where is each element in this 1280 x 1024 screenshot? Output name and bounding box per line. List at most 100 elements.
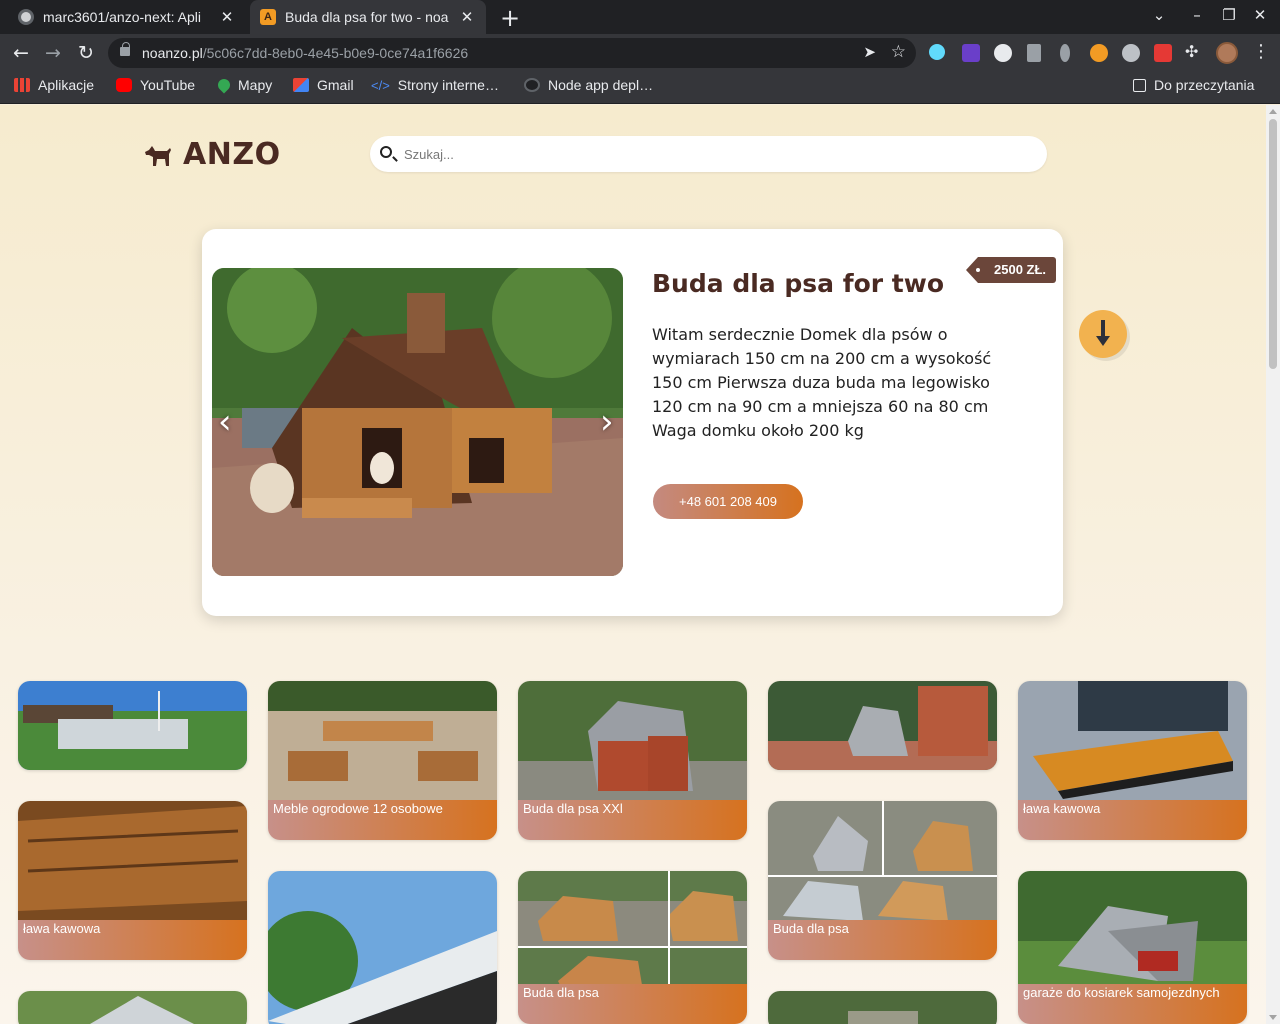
window-close-icon[interactable]: ✕ [1250,6,1270,24]
gallery-tile[interactable] [18,681,247,770]
restore-icon[interactable]: ❐ [1219,6,1239,24]
tab-github[interactable]: marc3601/anzo-next: Apli ✕ [8,0,246,34]
extensions-puzzle-icon[interactable]: ✣ [1185,42,1198,61]
gallery-tile[interactable]: ława kawowa [1018,681,1247,840]
tab-product[interactable]: A Buda dla psa for two - noa ✕ [250,0,486,34]
product-image-slider: ‹ › [212,268,623,576]
close-icon[interactable]: ✕ [458,8,476,26]
tab-search-icon[interactable]: ⌄ [1149,6,1169,24]
pen-icon[interactable] [1027,44,1041,62]
github-icon [18,9,34,25]
forward-icon[interactable]: → [40,40,66,66]
bookmark-maps[interactable]: Mapy [215,76,273,94]
tile-photo [18,681,247,770]
bookmark-websites[interactable]: </> Strony interne… [371,77,499,93]
scroll-down-arrow-icon[interactable] [1269,1015,1277,1020]
tab-title: Buda dla psa for two - noa [285,9,449,25]
slider-prev-arrow[interactable]: ‹ [218,402,232,442]
address-bar[interactable]: noanzo.pl/5c06c7dd-8eb0-4e45-b0e9-0ce74a… [108,38,916,68]
tile-caption: ława kawowa [18,920,247,960]
gmail-icon [293,78,309,92]
bookmark-label: Mapy [238,77,273,93]
extension-red-icon[interactable] [1154,44,1172,62]
bookmark-star-icon[interactable]: ☆ [891,42,906,62]
bookmark-youtube[interactable]: YouTube [116,77,195,93]
reading-list[interactable]: Do przeczytania [1133,77,1254,93]
gallery-tile[interactable] [268,871,497,1024]
page-scrollbar[interactable] [1266,105,1280,1024]
menu-icon[interactable]: ⋮ [1252,41,1270,62]
gallery-tile[interactable] [768,991,997,1024]
tile-caption-text: ława kawowa [23,921,101,936]
extension-gear-icon[interactable] [1122,44,1140,62]
new-tab-button[interactable]: + [498,4,522,32]
bookmarks-bar: Aplikacje YouTube Mapy Gmail </> Strony i… [0,72,1280,104]
react-devtools-icon[interactable] [929,44,945,60]
tile-photo [518,871,747,991]
tile-photo [768,801,997,921]
scroll-down-button[interactable] [1079,310,1127,358]
lock-icon[interactable] [120,42,130,56]
bookmark-label: YouTube [140,77,196,93]
tile-caption: ława kawowa [1018,800,1247,840]
tab-title: marc3601/anzo-next: Apli [43,9,201,25]
tile-photo [768,991,997,1024]
extension-face-icon[interactable] [1090,44,1108,62]
tile-caption-text: garaże do kosiarek samojezdnych [1023,985,1220,1000]
tile-caption: garaże do kosiarek samojezdnych [1018,984,1247,1024]
tile-caption-text: ława kawowa [1023,801,1101,816]
bookmark-apps[interactable]: Aplikacje [14,77,94,93]
tile-caption-text: Buda dla psa [523,985,599,1000]
scroll-thumb[interactable] [1269,119,1277,369]
back-icon[interactable]: ← [8,40,34,66]
product-card: ‹ › 2500 ZŁ. Buda dla psa for two Witam … [202,229,1063,616]
gallery-tile[interactable]: Buda dla psa [518,871,747,1024]
tile-caption: Buda dla psa [518,984,747,1024]
send-icon[interactable]: ➤ [863,43,876,61]
page-content: ANZO Szukaj... ‹ › 2500 ZŁ. Buda dla psa… [0,105,1266,1024]
gallery-tile[interactable]: ława kawowa [18,801,247,960]
gallery-tile[interactable]: Buda dla psa [768,801,997,960]
browser-tab-bar: marc3601/anzo-next: Apli ✕ A Buda dla ps… [0,0,1280,34]
product-description: Witam serdecznie Domek dla psów o wymiar… [652,325,992,440]
scroll-up-arrow-icon[interactable] [1269,109,1277,114]
close-icon[interactable]: ✕ [218,8,236,26]
url-path: /5c06c7dd-8eb0-4e45-b0e9-0ce74a1f6626 [202,45,469,61]
search-bar [370,136,1047,172]
product-title: Buda dla psa for two [652,269,945,298]
extension-icon[interactable] [1060,44,1070,62]
tile-photo [268,681,497,801]
gallery-tile[interactable]: Meble ogrodowe 12 osobowe [268,681,497,840]
redux-icon[interactable] [962,44,980,62]
youtube-icon [116,78,132,92]
gallery-tile[interactable] [768,681,997,770]
tile-photo [768,681,997,770]
phone-button[interactable]: +48 601 208 409 [653,484,803,519]
gallery-tile[interactable]: Buda dla psa XXl [518,681,747,840]
search-input[interactable] [404,144,1024,164]
bookmark-node-app[interactable]: Node app depl… [524,77,653,93]
maps-pin-icon [215,76,233,94]
reload-icon[interactable]: ↻ [73,40,99,66]
tile-caption-text: Buda dla psa [773,921,849,936]
tile-caption: Meble ogrodowe 12 osobowe [268,800,497,840]
bookmark-gmail[interactable]: Gmail [293,77,354,93]
tile-photo [1018,681,1247,801]
url-text: noanzo.pl/5c06c7dd-8eb0-4e45-b0e9-0ce74a… [142,45,468,61]
wappalyzer-icon[interactable] [994,44,1012,62]
tile-caption: Buda dla psa [768,920,997,960]
minimize-icon[interactable]: – [1187,6,1207,24]
price-tag: 2500 ZŁ. [966,257,1057,283]
product-photo [212,268,623,576]
bookmark-label: Node app depl… [548,77,654,93]
gallery-tile[interactable]: garaże do kosiarek samojezdnych [1018,871,1247,1024]
site-logo[interactable]: ANZO [143,137,281,172]
code-icon: </> [371,78,390,93]
slider-next-arrow[interactable]: › [600,402,614,442]
dog-icon [145,145,171,166]
tile-photo [518,681,747,801]
bookmark-label: Aplikacje [38,77,95,93]
profile-avatar[interactable] [1216,42,1238,64]
gallery-tile[interactable] [18,991,247,1024]
apps-grid-icon [14,78,30,92]
